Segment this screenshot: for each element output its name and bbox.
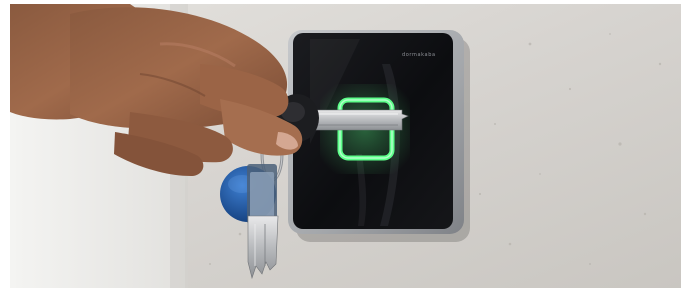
key-blade <box>305 109 409 131</box>
reader-brand-text: dormakaba <box>402 52 436 58</box>
product-photo: dormakaba <box>10 4 681 288</box>
hanging-keys <box>247 164 279 280</box>
photo-canvas: dormakaba <box>10 4 681 288</box>
